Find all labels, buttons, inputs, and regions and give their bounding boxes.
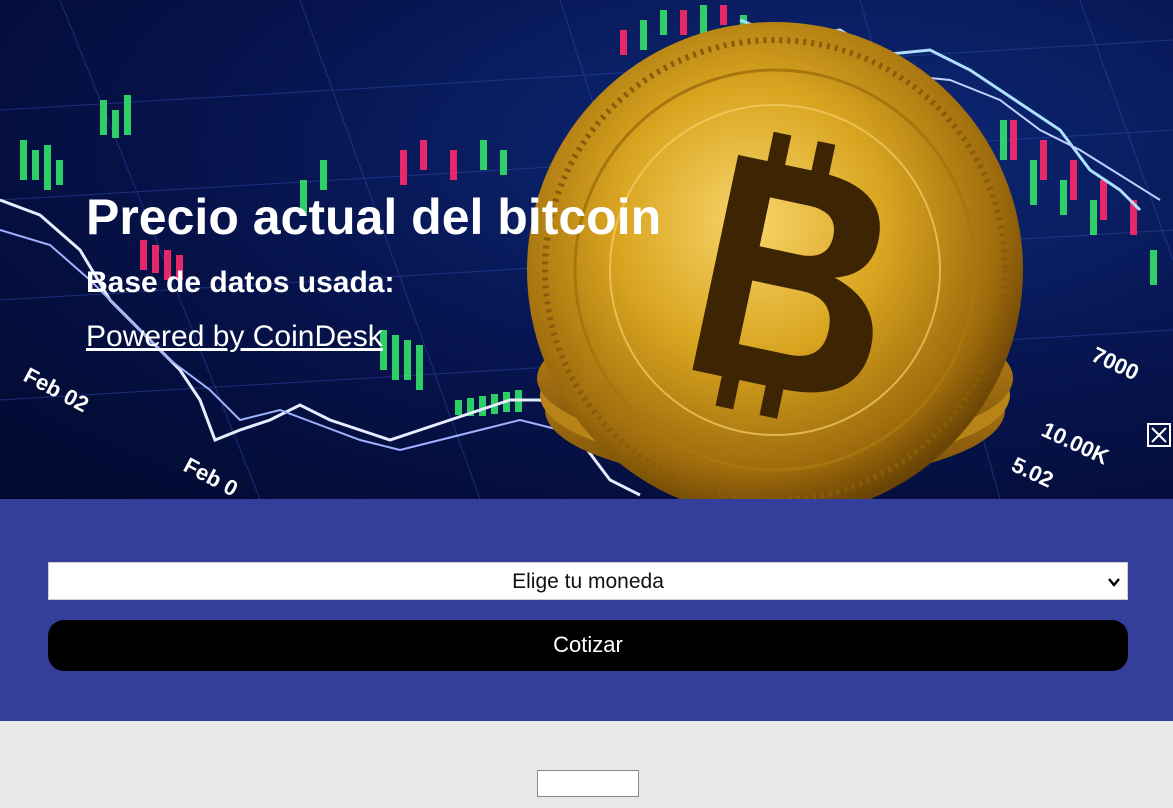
- result-box: [537, 770, 639, 797]
- chart-tick-label: 10.00K: [1038, 417, 1113, 470]
- database-subtitle: Base de datos usada:: [86, 266, 395, 299]
- chevron-down-icon: [1108, 578, 1120, 587]
- coindesk-link[interactable]: Powered by CoinDesk: [86, 320, 383, 354]
- hero-banner: Feb 02 Feb 0 7000 10.00K 5.02 Precio act…: [0, 0, 1173, 499]
- currency-select-value: Elige tu moneda: [512, 570, 664, 593]
- cotizar-button[interactable]: Cotizar: [48, 620, 1128, 671]
- currency-select[interactable]: Elige tu moneda: [48, 562, 1128, 600]
- page-title: Precio actual del bitcoin: [86, 189, 662, 245]
- quote-form-panel: Elige tu moneda Cotizar: [0, 499, 1173, 721]
- chart-tick-label: Feb 0: [180, 452, 242, 499]
- chart-tick-label: 5.02: [1008, 452, 1057, 493]
- chart-tick-label: Feb 02: [20, 362, 93, 417]
- chart-tick-label: 7000: [1088, 342, 1143, 385]
